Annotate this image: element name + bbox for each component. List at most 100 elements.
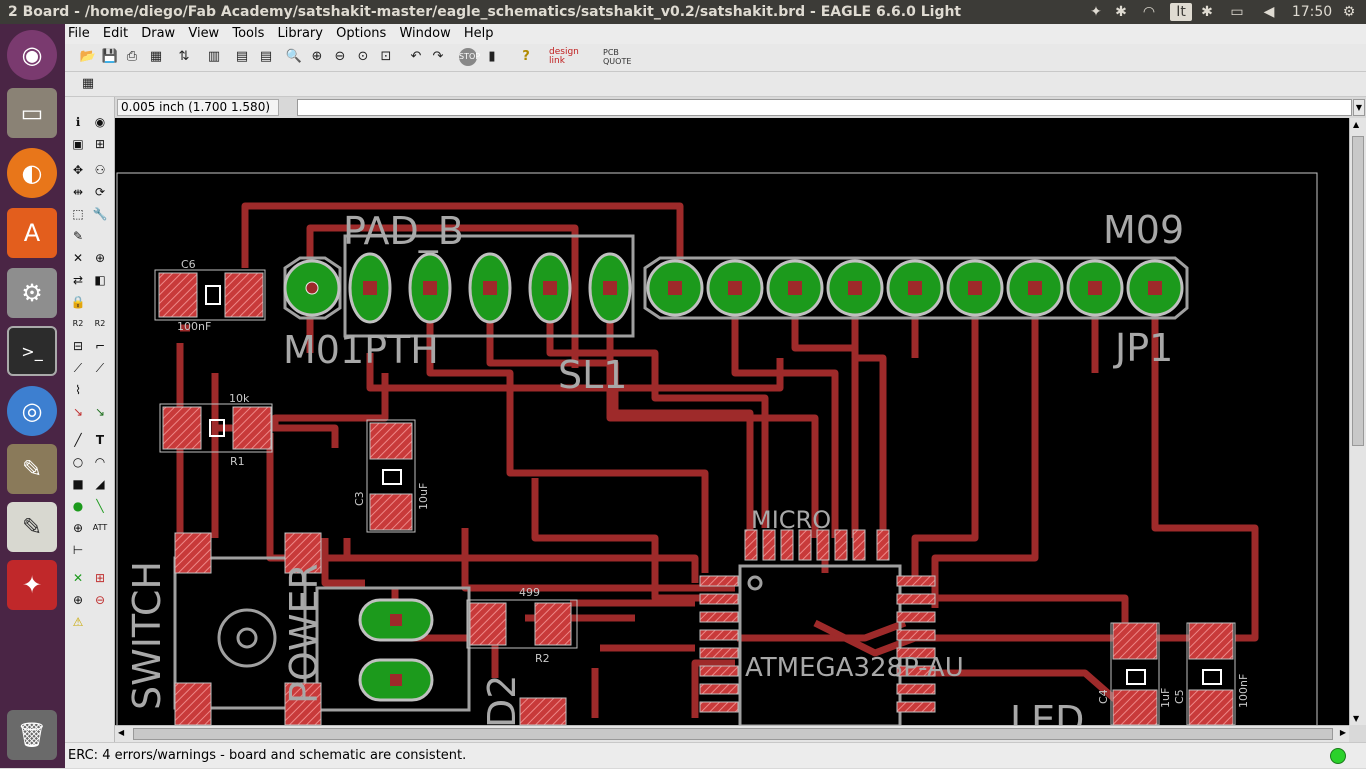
menu-tools[interactable]: Tools bbox=[229, 24, 270, 44]
mirror-icon[interactable]: ⇹ bbox=[69, 183, 87, 201]
horizontal-scroll-thumb[interactable] bbox=[133, 728, 1333, 740]
ripup-icon[interactable]: ↘ bbox=[91, 403, 109, 421]
print-icon[interactable]: ⎙ bbox=[123, 48, 141, 66]
go-icon[interactable]: ▮ bbox=[483, 48, 501, 66]
designlink-button[interactable]: design link bbox=[549, 48, 595, 66]
hole-icon[interactable]: ⊕ bbox=[69, 519, 87, 537]
polygon-icon[interactable]: ◢ bbox=[91, 475, 109, 493]
add-icon[interactable]: ⊕ bbox=[91, 249, 109, 267]
menu-library[interactable]: Library bbox=[275, 24, 329, 44]
smash-icon[interactable]: ⊟ bbox=[69, 337, 87, 355]
menu-help[interactable]: Help bbox=[461, 24, 500, 44]
zoom-fit-icon[interactable]: 🔍 bbox=[285, 48, 303, 66]
change-icon[interactable]: 🔧 bbox=[91, 205, 109, 223]
zoom-in-icon[interactable]: ⊕ bbox=[308, 48, 326, 66]
ulp-icon[interactable]: ▤ bbox=[257, 48, 275, 66]
wire-icon[interactable]: ╱ bbox=[69, 431, 87, 449]
erc-icon[interactable]: ⊖ bbox=[91, 591, 109, 609]
bluetooth-2-icon[interactable]: ✱ bbox=[1198, 0, 1216, 24]
horizontal-scrollbar[interactable]: ◀ ▶ bbox=[115, 725, 1349, 742]
vertical-scrollbar[interactable]: ▲ ▼ bbox=[1349, 118, 1366, 725]
text-editor-icon[interactable]: ✎ bbox=[7, 502, 57, 552]
switch-schematic-icon[interactable]: ⇅ bbox=[175, 48, 193, 66]
dropbox-icon[interactable]: ✦ bbox=[1086, 0, 1106, 24]
drc-icon[interactable]: ⊕ bbox=[69, 591, 87, 609]
split-icon[interactable]: ⟋ bbox=[69, 359, 87, 377]
ubuntu-dash-icon[interactable]: ◉ bbox=[7, 30, 57, 80]
terminal-icon[interactable]: >_ bbox=[7, 326, 57, 376]
command-line-input[interactable] bbox=[297, 99, 1352, 116]
redo-icon[interactable]: ↷ bbox=[429, 48, 447, 66]
gimp-icon[interactable]: ✎ bbox=[7, 444, 57, 494]
command-history-dropdown[interactable]: ▼ bbox=[1353, 99, 1365, 116]
copy-icon[interactable]: ⚇ bbox=[91, 161, 109, 179]
info-icon[interactable]: ℹ bbox=[69, 113, 87, 131]
rotate-icon[interactable]: ⟳ bbox=[91, 183, 109, 201]
group-icon[interactable]: ⬚ bbox=[69, 205, 87, 223]
menu-file[interactable]: File bbox=[65, 24, 96, 44]
menu-edit[interactable]: Edit bbox=[100, 24, 134, 44]
zoom-select-icon[interactable]: ⊡ bbox=[377, 48, 395, 66]
name-icon[interactable]: R2 bbox=[69, 315, 87, 333]
script-icon[interactable]: ▤ bbox=[233, 48, 251, 66]
bluetooth-icon[interactable]: ✱ bbox=[1112, 0, 1130, 24]
optimize-icon[interactable]: ⟋ bbox=[91, 359, 109, 377]
vertical-scroll-thumb[interactable] bbox=[1352, 136, 1364, 446]
value-icon[interactable]: R2 bbox=[91, 315, 109, 333]
display-icon[interactable]: ▣ bbox=[69, 135, 87, 153]
board-canvas[interactable]: PAD_B M09 M01PTH SL1 JP1 MICRO ATMEGA328… bbox=[115, 118, 1349, 725]
miter-icon[interactable]: ⌐ bbox=[91, 337, 109, 355]
arc-icon[interactable]: ◠ bbox=[91, 453, 109, 471]
scroll-right-icon[interactable]: ▶ bbox=[1340, 728, 1346, 737]
replace-icon[interactable]: ⇄ bbox=[69, 271, 87, 289]
pcbquote-button[interactable]: PCB QUOTE bbox=[603, 48, 643, 66]
signal-icon[interactable]: ╲ bbox=[91, 497, 109, 515]
lock-icon[interactable]: ◧ bbox=[91, 271, 109, 289]
move-icon[interactable]: ✥ bbox=[69, 161, 87, 179]
help-icon[interactable]: ? bbox=[517, 48, 535, 66]
zoom-redraw-icon[interactable]: ⊙ bbox=[354, 48, 372, 66]
via-icon[interactable]: ● bbox=[69, 497, 87, 515]
delete-icon[interactable]: ✕ bbox=[69, 249, 87, 267]
scroll-up-icon[interactable]: ▲ bbox=[1353, 120, 1359, 129]
menu-options[interactable]: Options bbox=[333, 24, 392, 44]
wifi-icon[interactable]: ◠ bbox=[1138, 0, 1160, 24]
ratsnest-icon[interactable]: ✕ bbox=[69, 569, 87, 587]
scroll-down-icon[interactable]: ▼ bbox=[1353, 714, 1359, 723]
software-center-icon[interactable]: A bbox=[7, 208, 57, 258]
text-icon[interactable]: T bbox=[91, 431, 109, 449]
power-gear-icon[interactable]: ⚙ bbox=[1338, 0, 1360, 24]
dimension-icon[interactable]: ⊢ bbox=[69, 541, 87, 559]
chromium-icon[interactable]: ◎ bbox=[7, 386, 57, 436]
open-icon[interactable]: 📂 bbox=[79, 48, 97, 66]
save-icon[interactable]: 💾 bbox=[101, 48, 119, 66]
mark-icon[interactable]: ⊞ bbox=[91, 135, 109, 153]
menu-view[interactable]: View bbox=[185, 24, 225, 44]
show-icon[interactable]: ◉ bbox=[91, 113, 109, 131]
paste-icon[interactable]: ✎ bbox=[69, 227, 87, 245]
route-icon[interactable]: ↘ bbox=[69, 403, 87, 421]
attribute-icon[interactable]: ATT bbox=[91, 519, 109, 537]
zoom-out-icon[interactable]: ⊖ bbox=[331, 48, 349, 66]
trash-icon[interactable]: 🗑 bbox=[7, 710, 57, 760]
files-icon[interactable]: ▭ bbox=[7, 88, 57, 138]
library-icon[interactable]: ▥ bbox=[205, 48, 223, 66]
autorouter-icon[interactable]: ⊞ bbox=[91, 569, 109, 587]
keyboard-layout[interactable]: It bbox=[1170, 3, 1192, 21]
menu-draw[interactable]: Draw bbox=[138, 24, 181, 44]
meander-icon[interactable]: ⌇ bbox=[69, 381, 87, 399]
errors-icon[interactable]: ⚠ bbox=[69, 613, 87, 631]
rect-icon[interactable]: ■ bbox=[69, 475, 87, 493]
circle-icon[interactable]: ○ bbox=[69, 453, 87, 471]
grid-icon[interactable]: ▦ bbox=[79, 75, 97, 93]
stop-icon[interactable]: STOP bbox=[459, 48, 480, 66]
cam-icon[interactable]: ▦ bbox=[147, 48, 165, 66]
firefox-icon[interactable]: ◐ bbox=[7, 148, 57, 198]
volume-icon[interactable]: ◀ bbox=[1258, 0, 1280, 24]
lock-2-icon[interactable]: 🔒 bbox=[69, 293, 87, 311]
battery-icon[interactable]: ▭ bbox=[1224, 0, 1250, 24]
undo-icon[interactable]: ↶ bbox=[407, 48, 425, 66]
menu-window[interactable]: Window bbox=[396, 24, 456, 44]
clock[interactable]: 17:50 bbox=[1290, 0, 1334, 24]
eagle-icon[interactable]: ✦ bbox=[7, 560, 57, 610]
